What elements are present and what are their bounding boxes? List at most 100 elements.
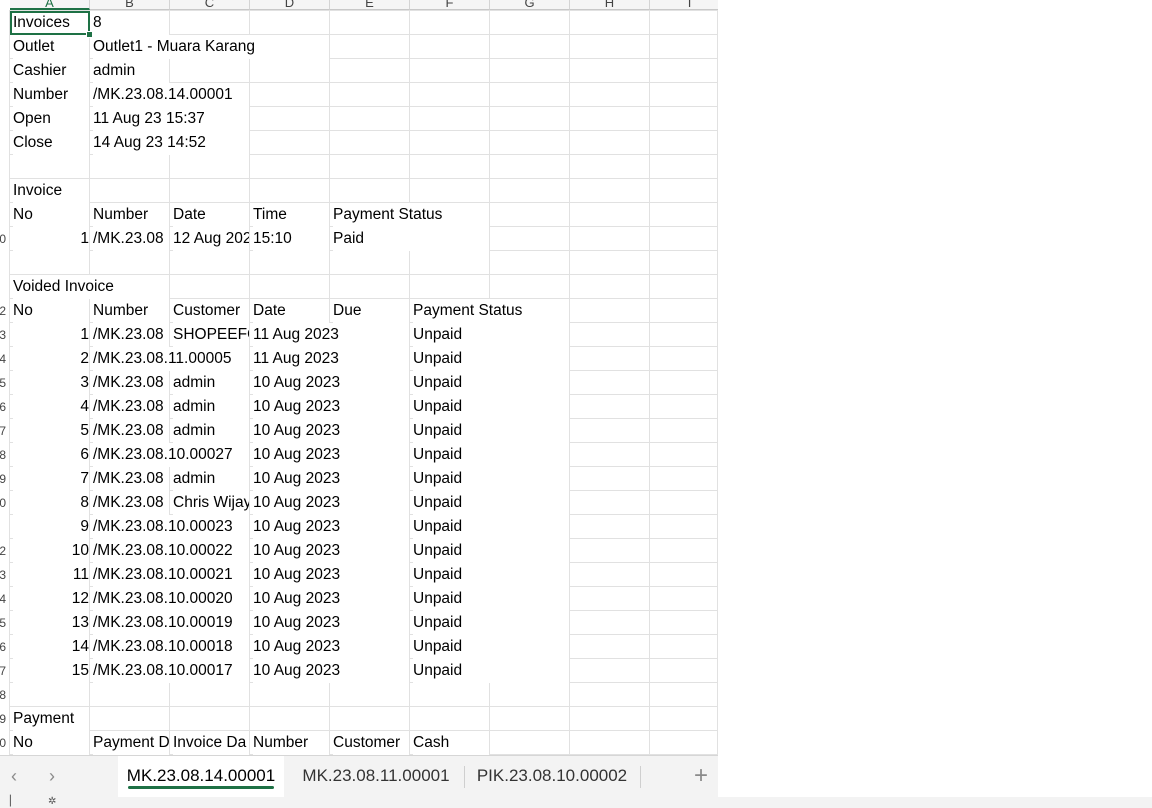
- cell-voided-value[interactable]: 1: [13, 323, 89, 347]
- cell-payment-title[interactable]: Payment: [13, 707, 89, 731]
- cell-voided-value[interactable]: /MK.23.08.10.00019: [93, 611, 249, 635]
- row-number[interactable]: 5: [0, 371, 6, 395]
- column-header-c[interactable]: C: [170, 0, 250, 10]
- cell-voided-value[interactable]: 10 Aug 2023: [253, 371, 409, 395]
- cell-voided-value[interactable]: /MK.23.08.10.00027: [93, 443, 249, 467]
- accessibility-icon[interactable]: ✲: [48, 797, 56, 807]
- cell-payment-header[interactable]: Number: [253, 731, 329, 755]
- cell-invoices-label[interactable]: Invoices: [10, 11, 90, 35]
- cell-voided-value[interactable]: 11 Aug 2023: [253, 347, 409, 371]
- add-sheet-icon[interactable]: +: [688, 763, 714, 789]
- cell-voided-value[interactable]: admin: [173, 419, 249, 443]
- cell-voided-value[interactable]: 10: [13, 539, 89, 563]
- next-sheet-icon[interactable]: ›: [40, 764, 64, 788]
- cell-voided-value[interactable]: 15: [13, 659, 89, 683]
- cell-voided-value[interactable]: 10 Aug 2023: [253, 491, 409, 515]
- cell-voided-value[interactable]: /MK.23.08.10.00021: [93, 563, 249, 587]
- cell-voided-value[interactable]: /MK.23.08.10.00018: [93, 635, 249, 659]
- cell-voided-value[interactable]: Unpaid: [413, 467, 569, 491]
- cell-close-value[interactable]: 14 Aug 23 14:52: [93, 131, 249, 155]
- cell-voided-value[interactable]: Unpaid: [413, 443, 569, 467]
- cell-voided-value[interactable]: 7: [13, 467, 89, 491]
- sheet-tab-0[interactable]: MK.23.08.14.00001: [118, 756, 284, 798]
- cell-voided-value[interactable]: 10 Aug 2023: [253, 635, 409, 659]
- row-number[interactable]: 8: [0, 443, 6, 467]
- row-number[interactable]: 3: [0, 563, 6, 587]
- cell-invoice-value[interactable]: 15:10: [253, 227, 329, 251]
- cell-voided-value[interactable]: Unpaid: [413, 587, 569, 611]
- cell-voided-header[interactable]: Due: [333, 299, 409, 323]
- cell-voided-value[interactable]: admin: [173, 395, 249, 419]
- cell-payment-header[interactable]: Payment D: [93, 731, 169, 755]
- cell-voided-value[interactable]: 11 Aug 2023: [253, 323, 409, 347]
- fill-handle[interactable]: [86, 31, 93, 38]
- cell-voided-value[interactable]: 4: [13, 395, 89, 419]
- cell-voided-value[interactable]: admin: [173, 467, 249, 491]
- row-number[interactable]: 0: [0, 731, 6, 755]
- row-number[interactable]: 2: [0, 299, 6, 323]
- row-number[interactable]: 9: [0, 467, 6, 491]
- cell-invoice-value[interactable]: 12 Aug 202: [173, 227, 249, 251]
- cell-voided-value[interactable]: Unpaid: [413, 659, 569, 683]
- column-header-d[interactable]: D: [250, 0, 330, 10]
- column-header-f[interactable]: F: [410, 0, 490, 10]
- row-number[interactable]: 7: [0, 419, 6, 443]
- cell-cashier-value[interactable]: admin: [93, 59, 169, 83]
- cell-voided-value[interactable]: Unpaid: [413, 419, 569, 443]
- cell-voided-value[interactable]: SHOPEEFO: [173, 323, 249, 347]
- cell-voided-value[interactable]: /MK.23.08: [93, 323, 169, 347]
- cell-voided-value[interactable]: 10 Aug 2023: [253, 515, 409, 539]
- cell-outlet-value[interactable]: Outlet1 - Muara Karang: [93, 35, 329, 59]
- cell-open-value[interactable]: 11 Aug 23 15:37: [93, 107, 249, 131]
- column-header-i[interactable]: I: [650, 0, 718, 10]
- cell-voided-value[interactable]: 5: [13, 419, 89, 443]
- cell-voided-value[interactable]: Unpaid: [413, 323, 569, 347]
- cell-voided-value[interactable]: admin: [173, 371, 249, 395]
- cell-voided-value[interactable]: /MK.23.08: [93, 467, 169, 491]
- cell-voided-value[interactable]: 3: [13, 371, 89, 395]
- cell-voided-header[interactable]: Date: [253, 299, 329, 323]
- cell-payment-header[interactable]: No: [13, 731, 89, 755]
- cell-voided-value[interactable]: 10 Aug 2023: [253, 419, 409, 443]
- cell-voided-header[interactable]: No: [13, 299, 89, 323]
- row-number[interactable]: 3: [0, 323, 6, 347]
- cell-outlet-label[interactable]: Outlet: [13, 35, 89, 59]
- cell-voided-value[interactable]: Unpaid: [413, 347, 569, 371]
- cell-voided-value[interactable]: Unpaid: [413, 395, 569, 419]
- cell-voided-header[interactable]: Customer: [173, 299, 249, 323]
- cell-voided-value[interactable]: /MK.23.08: [93, 371, 169, 395]
- cell-voided-title[interactable]: Voided Invoice: [13, 275, 169, 299]
- cell-invoice-header[interactable]: Time: [253, 203, 329, 227]
- cell-invoice-value[interactable]: 1: [13, 227, 89, 251]
- cell-close-label[interactable]: Close: [13, 131, 89, 155]
- cell-voided-value[interactable]: 11: [13, 563, 89, 587]
- cell-voided-value[interactable]: Unpaid: [413, 635, 569, 659]
- previous-sheet-icon[interactable]: ‹: [2, 764, 26, 788]
- cell-voided-value[interactable]: 10 Aug 2023: [253, 539, 409, 563]
- row-number[interactable]: 4: [0, 347, 6, 371]
- cell-voided-value[interactable]: Unpaid: [413, 563, 569, 587]
- column-header-h[interactable]: H: [570, 0, 650, 10]
- cell-voided-value[interactable]: Unpaid: [413, 491, 569, 515]
- cell-voided-value[interactable]: Unpaid: [413, 539, 569, 563]
- cell-voided-header[interactable]: Payment Status: [413, 299, 569, 323]
- spreadsheet-grid[interactable]: A B C D E F G H I 0 2 3 4 5 6 7 8 9 0 2 3 4 5 6 7 8 9 0 Invoices 8 Out…: [0, 0, 718, 755]
- cell-voided-value[interactable]: 9: [13, 515, 89, 539]
- cell-voided-value[interactable]: 10 Aug 2023: [253, 611, 409, 635]
- row-number[interactable]: 8: [0, 683, 6, 707]
- cell-number-value[interactable]: /MK.23.08.14.00001: [93, 83, 249, 107]
- cell-voided-header[interactable]: Number: [93, 299, 169, 323]
- sheet-tab-1[interactable]: MK.23.08.11.00001: [290, 756, 462, 798]
- row-number[interactable]: 6: [0, 635, 6, 659]
- cell-voided-value[interactable]: Unpaid: [413, 515, 569, 539]
- cell-voided-value[interactable]: /MK.23.08: [93, 491, 169, 515]
- cell-voided-value[interactable]: /MK.23.08.10.00020: [93, 587, 249, 611]
- cell-payment-header[interactable]: Cash: [413, 731, 489, 755]
- cell-voided-value[interactable]: Chris Wijay: [173, 491, 249, 515]
- row-number[interactable]: 7: [0, 659, 6, 683]
- cell-invoice-header[interactable]: Payment Status: [333, 203, 489, 227]
- cell-voided-value[interactable]: 10 Aug 2023: [253, 659, 409, 683]
- cell-voided-value[interactable]: 2: [13, 347, 89, 371]
- cell-invoices-value[interactable]: 8: [93, 11, 169, 35]
- cell-invoice-header[interactable]: Number: [93, 203, 169, 227]
